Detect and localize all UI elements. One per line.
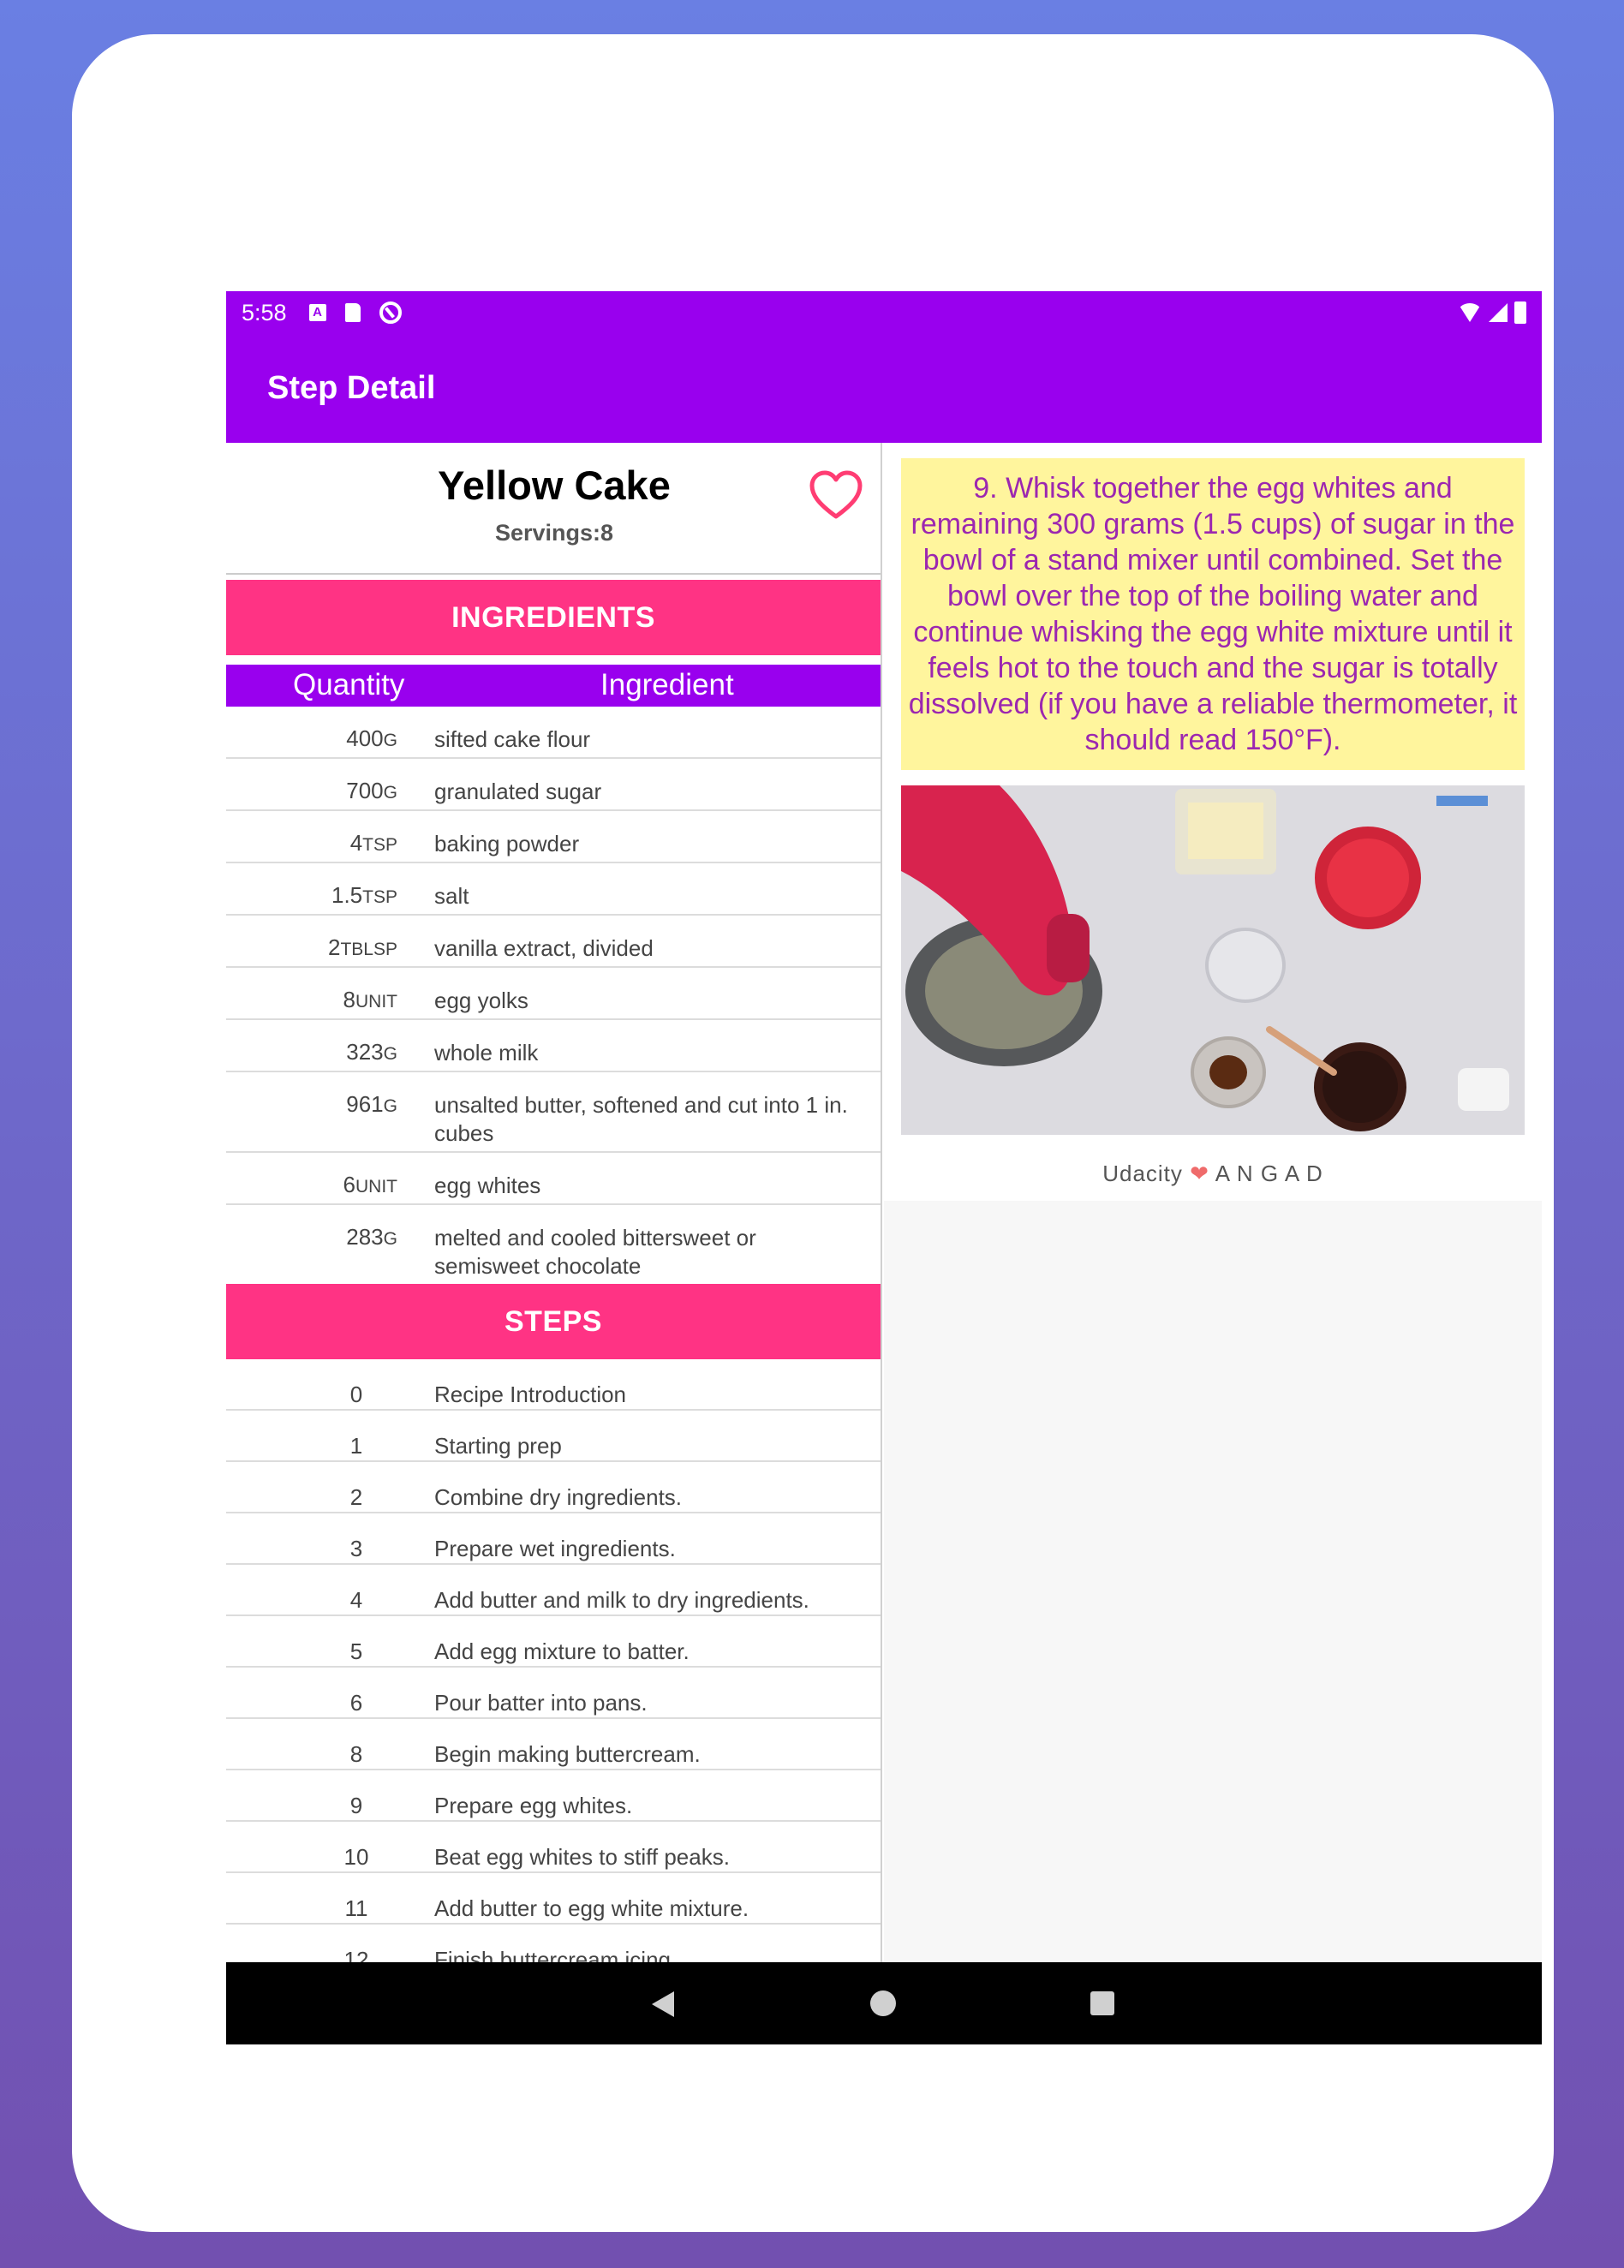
ingredient-row: 700G granulated sugar — [226, 759, 881, 811]
battery-icon — [1514, 301, 1526, 324]
step-row[interactable]: 8 Begin making buttercream. — [226, 1719, 881, 1770]
tablet-frame: 5:58 A Step Detail Yellow Cake Servings:… — [72, 34, 1554, 2232]
credit-left: Udacity — [1102, 1161, 1183, 1186]
device-screen: 5:58 A Step Detail Yellow Cake Servings:… — [226, 291, 1542, 2044]
recipe-panel[interactable]: Yellow Cake Servings:8 INGREDIENTS Quant… — [226, 443, 882, 1962]
signal-icon — [1489, 303, 1508, 322]
ingredient-quantity: 323G — [346, 1039, 397, 1065]
video-frame-image — [901, 785, 1525, 1135]
ingredient-row: 1.5TSP salt — [226, 863, 881, 916]
step-row[interactable]: 4 Add butter and milk to dry ingredients. — [226, 1565, 881, 1616]
header-divider — [226, 573, 881, 575]
step-row[interactable]: 0 Recipe Introduction — [226, 1359, 881, 1411]
status-right-icons — [1458, 301, 1526, 324]
steps-list: 0 Recipe Introduction 1 Starting prep 2 Com… — [226, 1359, 881, 1962]
servings-value: 8 — [600, 520, 614, 546]
ingredient-row: 323G whole milk — [226, 1020, 881, 1072]
step-description: 9. Whisk together the egg whites and rem… — [901, 458, 1525, 770]
step-detail-panel: 9. Whisk together the egg whites and rem… — [884, 443, 1542, 1962]
step-title: Finish buttercream icing. — [434, 1947, 678, 1962]
step-row[interactable]: 3 Prepare wet ingredients. — [226, 1513, 881, 1565]
favorite-heart-icon[interactable] — [809, 470, 863, 522]
recents-icon[interactable] — [1090, 1991, 1114, 2015]
ingredient-name: melted and cooled bittersweet or semiswe… — [434, 1225, 756, 1279]
step-row[interactable]: 9 Prepare egg whites. — [226, 1770, 881, 1822]
step-row[interactable]: 1 Starting prep — [226, 1411, 881, 1462]
ingredient-name: sifted cake flour — [434, 726, 591, 752]
sd-card-icon — [344, 303, 361, 322]
status-time: 5:58 — [242, 299, 287, 325]
notification-a-icon: A — [308, 304, 326, 321]
ingredient-row: 4TSP baking powder — [226, 811, 881, 863]
ingredient-quantity: 400G — [346, 725, 397, 751]
navigation-bar — [226, 1962, 1542, 2044]
data-saver-icon — [379, 301, 402, 324]
heart-icon: ❤ — [1190, 1161, 1209, 1186]
wifi-icon — [1458, 303, 1482, 322]
quantity-column-label: Quantity — [293, 668, 405, 701]
ingredients-list: 400G sifted cake flour 700G granulated s… — [226, 707, 881, 1284]
step-title: Recipe Introduction — [434, 1382, 627, 1407]
credit-right: A N G A D — [1215, 1161, 1323, 1186]
ingredient-name: whole milk — [434, 1040, 539, 1065]
step-row[interactable]: 10 Beat egg whites to stiff peaks. — [226, 1822, 881, 1873]
step-title: Add butter to egg white mixture. — [434, 1895, 749, 1921]
ingredient-name: egg yolks — [434, 988, 528, 1013]
ingredient-name: granulated sugar — [434, 779, 602, 804]
ingredients-section-header: INGREDIENTS — [226, 580, 881, 655]
step-title: Beat egg whites to stiff peaks. — [434, 1844, 730, 1870]
ingredients-section-title: INGREDIENTS — [451, 600, 655, 634]
app-bar-title: Step Detail — [267, 370, 436, 406]
empty-area — [884, 1201, 1542, 1962]
step-video-player[interactable] — [901, 785, 1525, 1135]
app-bar: Step Detail — [226, 334, 1542, 443]
ingredient-quantity: 283G — [346, 1224, 397, 1250]
ingredient-quantity: 4TSP — [349, 830, 397, 856]
steps-section-title: STEPS — [505, 1304, 602, 1338]
ingredient-quantity: 700G — [346, 778, 397, 803]
step-row[interactable]: 5 Add egg mixture to batter. — [226, 1616, 881, 1668]
ingredient-name: egg whites — [434, 1173, 541, 1198]
recipe-title: Yellow Cake — [438, 463, 671, 508]
step-title: Pour batter into pans. — [434, 1690, 648, 1716]
step-title: Begin making buttercream. — [434, 1741, 701, 1767]
ingredient-quantity: 8UNIT — [343, 987, 397, 1012]
steps-section-header: STEPS — [226, 1284, 881, 1359]
step-title: Starting prep — [434, 1433, 562, 1459]
ingredient-name: salt — [434, 883, 469, 909]
ingredient-row: 8UNIT egg yolks — [226, 968, 881, 1020]
ingredient-name: baking powder — [434, 831, 580, 856]
servings-label: Servings: — [494, 520, 600, 546]
step-title: Prepare wet ingredients. — [434, 1536, 676, 1561]
ingredient-row: 400G sifted cake flour — [226, 707, 881, 759]
ingredients-column-header: Quantity Ingredient — [226, 665, 881, 707]
ingredient-quantity: 961G — [346, 1091, 397, 1117]
ingredient-row: 961G unsalted butter, softened and cut i… — [226, 1072, 881, 1153]
step-title: Combine dry ingredients. — [434, 1484, 683, 1510]
ingredient-row: 283G melted and cooled bittersweet or se… — [226, 1205, 881, 1284]
credit-line: Udacity ❤ A N G A D — [884, 1161, 1542, 1187]
servings: Servings:8 — [226, 520, 881, 546]
status-bar: 5:58 A — [226, 291, 1542, 334]
home-icon[interactable] — [870, 1990, 896, 2016]
step-title: Add egg mixture to batter. — [434, 1638, 690, 1664]
back-icon[interactable] — [652, 1991, 674, 2017]
ingredient-quantity: 2TBLSP — [328, 934, 397, 960]
step-row[interactable]: 11 Add butter to egg white mixture. — [226, 1873, 881, 1925]
ingredient-name: unsalted butter, softened and cut into 1… — [434, 1092, 848, 1146]
ingredient-row: 2TBLSP vanilla extract, divided — [226, 916, 881, 968]
ingredient-quantity: 6UNIT — [343, 1172, 397, 1197]
ingredient-quantity: 1.5TSP — [331, 882, 397, 908]
step-row[interactable]: 12 Finish buttercream icing. — [226, 1925, 881, 1962]
step-title: Add butter and milk to dry ingredients. — [434, 1587, 809, 1613]
step-row[interactable]: 6 Pour batter into pans. — [226, 1668, 881, 1719]
ingredient-column-label: Ingredient — [600, 668, 734, 701]
step-row[interactable]: 2 Combine dry ingredients. — [226, 1462, 881, 1513]
ingredient-name: vanilla extract, divided — [434, 935, 654, 961]
recipe-header: Yellow Cake Servings:8 — [226, 443, 881, 576]
step-title: Prepare egg whites. — [434, 1793, 633, 1818]
ingredient-row: 6UNIT egg whites — [226, 1153, 881, 1205]
